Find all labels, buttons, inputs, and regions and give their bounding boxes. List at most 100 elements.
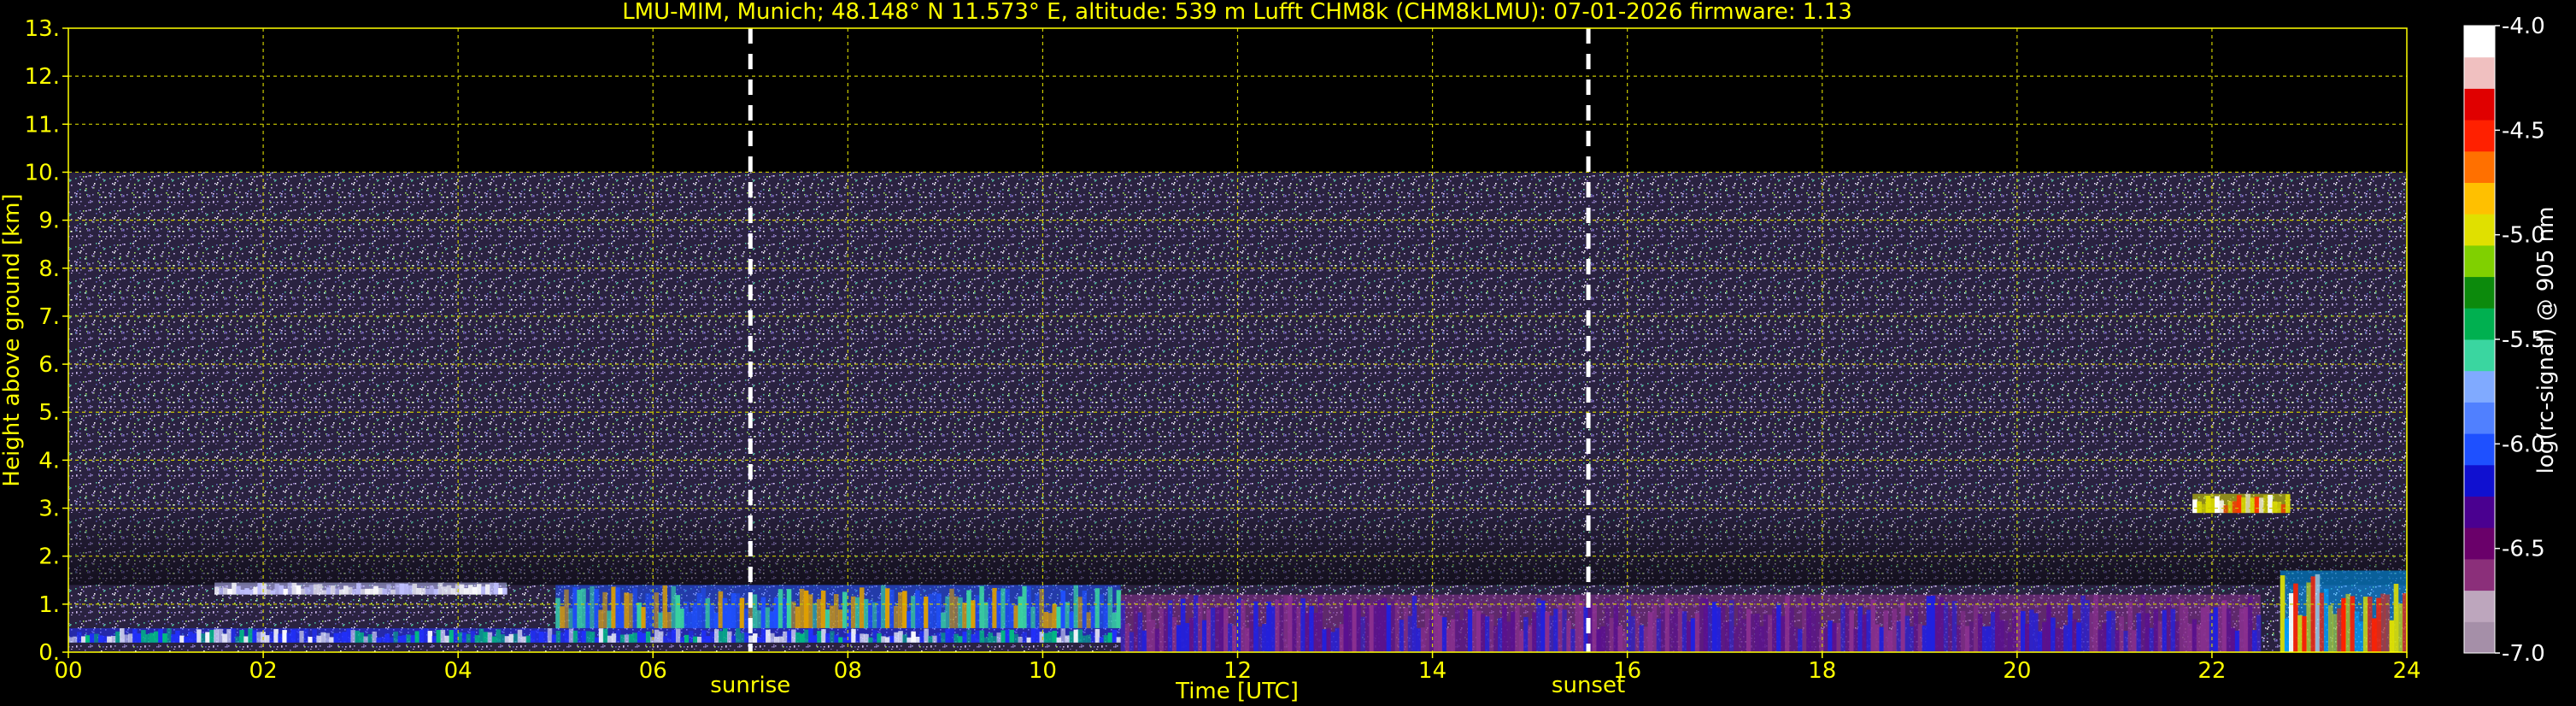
residual-layer-column: [2033, 613, 2039, 652]
aerosol-layer-column: [1039, 588, 1044, 628]
boundary-layer-column: [1030, 628, 1036, 643]
residual-layer-column: [2123, 630, 2128, 652]
residual-layer-column: [1511, 611, 1516, 652]
residual-layer-column: [1845, 603, 1850, 652]
boundary-layer-column: [77, 632, 82, 643]
residual-layer-column: [1270, 606, 1276, 652]
boundary-layer-column: [137, 633, 142, 643]
residual-layer-column: [2136, 613, 2141, 652]
aerosol-layer-column: [1018, 596, 1023, 628]
residual-layer-column: [1596, 629, 1601, 652]
aerosol-layer-column: [790, 601, 796, 628]
residual-layer-column: [1716, 607, 1722, 652]
y-tick-label: 2.: [38, 544, 60, 570]
colorbar-tick-label: -4.5: [2502, 118, 2545, 144]
residual-layer-column: [1382, 597, 1388, 652]
low-cloud-end-column: [2332, 614, 2338, 652]
aerosol-layer-column: [688, 611, 694, 628]
boundary-layer-column: [461, 632, 467, 643]
aerosol-layer-column: [782, 598, 788, 628]
aerosol-layer-column: [786, 589, 792, 628]
aerosol-layer-column: [615, 587, 620, 628]
boundary-layer-column: [1077, 629, 1083, 643]
aerosol-layer-column: [760, 597, 766, 628]
boundary-layer-column: [359, 632, 364, 643]
aerosol-layer-column: [842, 591, 848, 628]
aerosol-layer-column: [585, 603, 590, 628]
aerosol-layer-column: [1026, 585, 1031, 628]
aerosol-layer-column: [889, 589, 895, 628]
residual-layer-column: [1819, 628, 1824, 652]
residual-layer-column: [1485, 616, 1490, 652]
boundary-layer-column: [585, 631, 591, 643]
boundary-layer-column: [658, 631, 664, 643]
boundary-layer-column: [577, 631, 583, 643]
boundary-layer-column: [975, 630, 980, 643]
residual-layer-column: [1763, 614, 1769, 652]
sparse-cloud-column: [223, 587, 228, 595]
low-cloud-end-column: [2315, 574, 2321, 652]
residual-layer-column: [2174, 621, 2180, 652]
residual-layer-column: [2038, 631, 2043, 652]
boundary-layer-column: [701, 630, 707, 643]
boundary-layer-column: [325, 632, 330, 643]
low-cloud-end-column: [2385, 594, 2391, 652]
low-cloud-end-column: [2362, 597, 2368, 652]
boundary-layer-column: [675, 628, 681, 643]
aerosol-layer-column: [718, 591, 724, 628]
low-cloud-end-column: [2354, 611, 2360, 652]
boundary-layer-column: [598, 628, 604, 643]
x-tick-label: 06: [639, 658, 667, 684]
residual-layer-column: [1305, 613, 1310, 652]
residual-layer-column: [2234, 630, 2240, 652]
boundary-layer-column: [902, 634, 907, 643]
residual-layer-column: [1300, 597, 1306, 652]
residual-layer-column: [1947, 609, 1953, 652]
aerosol-layer-column: [637, 602, 642, 628]
residual-layer-column: [1990, 611, 1996, 652]
residual-layer-column: [1943, 602, 1949, 652]
residual-layer-column: [1420, 627, 1426, 652]
residual-layer-column: [1681, 611, 1687, 652]
residual-layer-column: [1184, 622, 1190, 652]
residual-layer-column: [2093, 594, 2098, 652]
boundary-layer-column: [1056, 637, 1062, 643]
aerosol-layer-column: [958, 597, 963, 628]
boundary-layer-column: [453, 629, 459, 643]
residual-layer-column: [2226, 609, 2232, 652]
boundary-layer-column: [175, 630, 180, 643]
aerosol-layer-column: [624, 592, 629, 628]
colorbar-segment: [2464, 370, 2495, 403]
aerosol-layer-column: [590, 585, 595, 628]
residual-layer-column: [1249, 615, 1254, 652]
residual-layer-column: [2170, 609, 2176, 652]
boundary-layer-column: [992, 636, 997, 643]
residual-layer-column: [2106, 611, 2111, 652]
residual-layer-column: [1437, 615, 1443, 652]
boundary-layer-column: [791, 629, 796, 643]
colorbar: [2463, 25, 2496, 654]
boundary-layer-column: [205, 632, 210, 643]
sparse-cloud-column: [416, 587, 422, 595]
boundary-layer-column: [145, 634, 150, 643]
boundary-layer-column: [825, 633, 830, 643]
boundary-layer-column: [744, 632, 749, 643]
aerosol-layer-column: [881, 585, 886, 628]
boundary-layer-column: [158, 629, 163, 643]
y-tick-label: 6.: [38, 352, 60, 378]
aerosol-layer-column: [1103, 603, 1109, 628]
colorbar-segment: [2464, 590, 2495, 622]
boundary-layer-column: [941, 632, 946, 643]
residual-layer-column: [2196, 624, 2202, 652]
residual-layer-column: [1523, 616, 1529, 652]
aerosol-layer-column: [564, 589, 569, 628]
boundary-layer-column: [645, 631, 651, 643]
colorbar-segment: [2464, 150, 2495, 183]
low-cloud-end-column: [2358, 621, 2364, 652]
residual-layer-column: [1223, 608, 1229, 652]
boundary-layer-column: [487, 632, 493, 643]
sparse-cloud-column: [352, 589, 357, 595]
residual-layer-column: [1364, 598, 1370, 652]
residual-layer-column: [2085, 600, 2090, 652]
sparse-cloud-column: [308, 585, 314, 595]
